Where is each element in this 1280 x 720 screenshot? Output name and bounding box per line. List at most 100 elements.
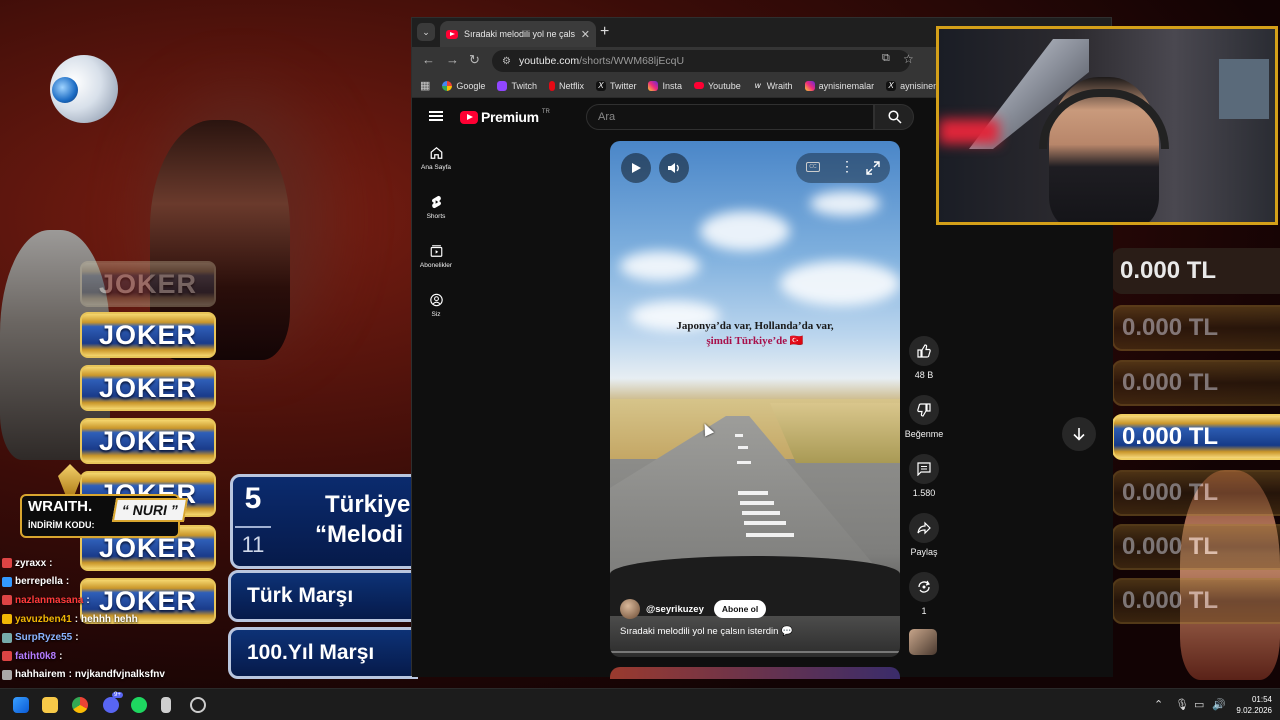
money-level: 0.000 TL [1112, 305, 1280, 351]
bookmark-wraith[interactable]: w Wraith [753, 81, 793, 91]
bookmark-twitch[interactable]: Twitch [497, 80, 537, 91]
video-progress-bar[interactable] [610, 651, 900, 653]
reload-icon[interactable]: ↻ [469, 52, 480, 68]
new-tab-icon[interactable]: + [600, 23, 609, 41]
sidebar-label: Siz [431, 311, 441, 318]
tray-expand-icon[interactable]: ⌃ [1154, 698, 1163, 711]
chat-message: fatiht0k8: [2, 647, 242, 666]
obs-icon[interactable] [190, 697, 206, 713]
player-controls-group: CC ⋮ [796, 153, 890, 183]
share-action[interactable]: Paylaş [902, 513, 946, 572]
dislike-label: Beğenme [904, 429, 944, 439]
back-icon[interactable]: ← [422, 52, 435, 67]
bookmark-netflix[interactable]: Netflix [548, 80, 584, 91]
dislike-action[interactable]: Beğenme [902, 395, 946, 454]
like-action[interactable]: 48 B [902, 336, 946, 395]
arrow-down-icon [1073, 428, 1085, 441]
money-level: 0.000 TL [1112, 470, 1280, 516]
chat-username[interactable]: SurpRyze55 [15, 632, 72, 643]
chat-message: yavuzben41: hehhh hehh [2, 610, 242, 629]
chat-username[interactable]: nazlanmasana [15, 595, 83, 606]
bookmark-youtube[interactable]: Youtube [694, 81, 741, 91]
more-options-icon[interactable]: ⋮ [840, 159, 854, 173]
comments-action[interactable]: 1.580 [902, 454, 946, 513]
bookmark-aynisinemalar-insta[interactable]: aynisinemalar [804, 80, 874, 91]
chat-username[interactable]: berrepella [15, 576, 63, 587]
apps-grid-icon[interactable]: ▦ [420, 79, 430, 92]
remix-action[interactable]: 1 [902, 572, 946, 631]
bookmark-insta[interactable]: Insta [648, 80, 682, 91]
chat-badge-icon [2, 651, 12, 662]
volume-button[interactable] [659, 153, 689, 183]
fullscreen-icon[interactable] [866, 161, 880, 175]
money-level: 0.000 TL [1112, 360, 1280, 406]
sidebar-item-you[interactable]: Siz [412, 293, 460, 342]
subscribe-button[interactable]: Abone ol [713, 600, 767, 618]
video-description[interactable]: Sıradaki melodili yol ne çalsın isterdin… [620, 626, 793, 637]
search-button[interactable] [874, 104, 914, 130]
discord-icon[interactable] [103, 697, 119, 713]
menu-icon[interactable] [429, 111, 443, 121]
address-url: youtube.com/shorts/WWM68ljEcqU [518, 55, 685, 67]
tab-search-icon[interactable]: ⌄ [417, 23, 435, 41]
stream-chat: zyraxx: berrepella: nazlanmasana: yavuzben4… [2, 554, 242, 703]
chat-badge-icon [2, 595, 12, 606]
promo-code: “ NURI ” [111, 498, 189, 522]
active-tab[interactable]: Sıradaki melodili yol ne çalsın i... ✕ [440, 21, 596, 47]
tab-title: Sıradaki melodili yol ne çalsın i... [464, 29, 575, 39]
discord-badge: 9+ [112, 692, 123, 698]
joker-card: JOKER [80, 312, 216, 358]
shorts-player[interactable]: Japonya’da var, Hollanda’da var, şimdi T… [610, 141, 900, 657]
home-icon [430, 146, 442, 159]
windows-start-icon[interactable] [13, 697, 29, 713]
sidebar-item-home[interactable]: Ana Sayfa [412, 146, 460, 195]
short-actions: 48 B Beğenme 1.580 Paylaş 1 [902, 336, 946, 631]
network-icon[interactable]: ▭ [1194, 698, 1204, 711]
like-icon [917, 344, 931, 358]
comment-count: 1.580 [912, 488, 936, 498]
sidebar-item-shorts[interactable]: Shorts [412, 195, 460, 244]
sidebar-label: Abonelikler [419, 262, 453, 269]
spotify-icon[interactable] [131, 697, 147, 713]
webcam-overlay [936, 26, 1278, 225]
channel-avatar[interactable] [620, 599, 640, 619]
address-bar[interactable]: ⚙ youtube.com/shorts/WWM68ljEcqU [492, 50, 910, 72]
audio-source-thumbnail[interactable] [909, 629, 937, 655]
chat-username[interactable]: hahhairem [15, 669, 66, 680]
bookmark-twitter[interactable]: X Twitter [595, 80, 636, 91]
question-counter: 5 11 [235, 478, 271, 564]
captions-icon[interactable]: CC [806, 162, 820, 172]
file-explorer-icon[interactable] [42, 697, 58, 713]
next-short-button[interactable] [1062, 417, 1096, 451]
app-icon[interactable] [161, 697, 171, 713]
bookmark-google[interactable]: Google [442, 80, 485, 91]
sidebar-label: Ana Sayfa [421, 164, 451, 171]
next-short-preview[interactable] [610, 667, 900, 679]
sponsor-promo: WRAITH. İNDİRİM KODU: “ NURI ” [6, 464, 196, 542]
volume-icon[interactable]: 🔊 [1212, 698, 1226, 711]
video-caption-overlay: Japonya’da var, Hollanda’da var, şimdi T… [676, 320, 834, 347]
chat-username[interactable]: fatiht0k8 [15, 651, 56, 662]
desktop: JOKER JOKER JOKER JOKER JOKER JOKER JOKE… [0, 0, 1280, 720]
joker-card: JOKER [80, 418, 216, 464]
chat-badge-icon [2, 614, 12, 625]
search-input[interactable]: Ara [586, 104, 874, 130]
red-led [939, 119, 999, 144]
install-app-icon[interactable]: ⧉ [882, 52, 890, 65]
money-level: 0.000 TL [1112, 248, 1280, 294]
chat-username[interactable]: zyraxx [15, 558, 46, 569]
headset [1039, 89, 1169, 149]
site-info-icon[interactable]: ⚙ [502, 56, 511, 67]
system-clock[interactable]: 01:54 9.02.2026 [1228, 694, 1272, 716]
chat-username[interactable]: yavuzben41 [15, 614, 72, 625]
forward-icon[interactable]: → [446, 52, 459, 67]
chrome-icon[interactable] [72, 697, 88, 713]
close-tab-icon[interactable]: ✕ [581, 28, 590, 41]
chat-message: zyraxx: [2, 554, 242, 573]
youtube-logo[interactable]: Premium TR [460, 109, 550, 125]
channel-name[interactable]: @seyrikuzey [646, 604, 704, 615]
sidebar-item-subscriptions[interactable]: Abonelikler [412, 244, 460, 293]
microphone-icon[interactable]: 🎙 [1175, 698, 1189, 711]
play-button[interactable] [621, 153, 651, 183]
bookmark-star-icon[interactable]: ☆ [903, 52, 914, 66]
